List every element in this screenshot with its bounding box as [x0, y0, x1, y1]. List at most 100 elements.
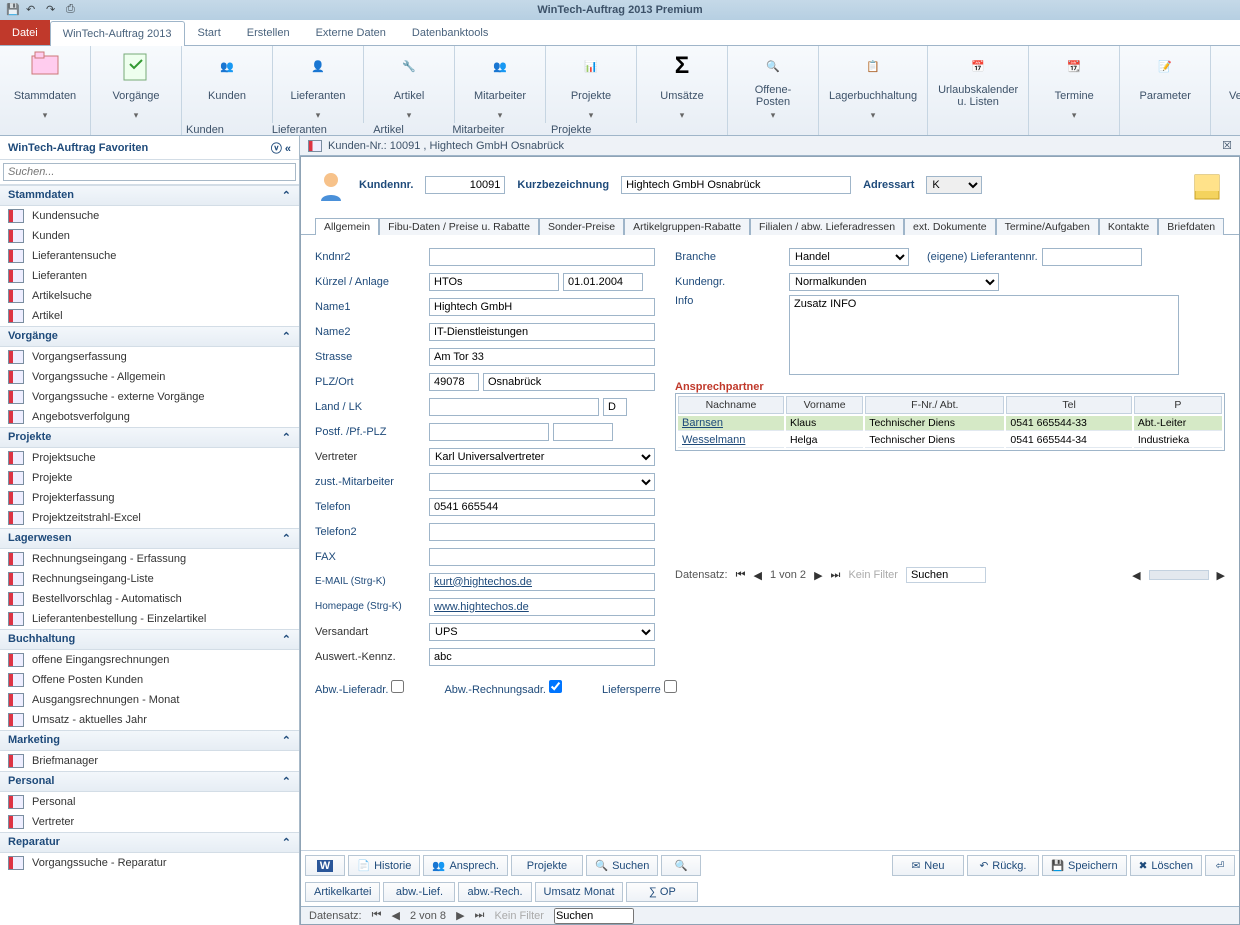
hscroll-right-icon[interactable]: ▶ — [1217, 569, 1225, 582]
fav-item[interactable]: offene Eingangsrechnungen — [0, 650, 299, 670]
link-email[interactable]: kurt@hightechos.de — [434, 576, 532, 588]
itab-termine[interactable]: Termine/Aufgaben — [996, 218, 1099, 235]
status-first-icon[interactable]: ⏮ — [372, 909, 382, 922]
rb-op[interactable]: 🔍Offene-Posten▾ — [738, 50, 808, 121]
itab-brief[interactable]: Briefdaten — [1158, 218, 1224, 235]
in-tel[interactable] — [429, 498, 655, 516]
tab-externe[interactable]: Externe Daten — [303, 20, 399, 45]
tab-wintech[interactable]: WinTech-Auftrag 2013 — [50, 21, 185, 46]
fav-item[interactable]: Projektzeitstrahl-Excel — [0, 508, 299, 528]
rb-artikel[interactable]: 🔧Artikel▾ — [374, 50, 444, 121]
sel-zust[interactable] — [429, 473, 655, 491]
fav-item[interactable]: Projektsuche — [0, 448, 299, 468]
section-lagerwesen[interactable]: Lagerwesen⌃ — [0, 528, 299, 549]
in-fax[interactable] — [429, 548, 655, 566]
tb-exit[interactable]: ⏎ — [1205, 855, 1235, 876]
rb-stammdaten[interactable]: Stammdaten▾ — [10, 50, 80, 121]
ta-info[interactable]: Zusatz INFO — [789, 295, 1179, 375]
fav-item[interactable]: Projekte — [0, 468, 299, 488]
section-buchhaltung[interactable]: Buchhaltung⌃ — [0, 629, 299, 650]
ct-col-vorname[interactable]: Vorname — [786, 396, 863, 414]
rb-verwaltung[interactable]: 🗂️Verwaltung▾ — [1221, 50, 1240, 121]
in-liefnr[interactable] — [1042, 248, 1142, 266]
recnav-prev-icon[interactable]: ◀ — [754, 569, 762, 582]
ct-col-abt[interactable]: F-Nr./ Abt. — [865, 396, 1004, 414]
in-postf[interactable] — [429, 423, 549, 441]
hscroll-left-icon[interactable]: ◀ — [1132, 569, 1140, 582]
ct-col-p[interactable]: P — [1134, 396, 1222, 414]
table-row[interactable]: WesselmannHelgaTechnischer Diens0541 665… — [678, 433, 1222, 448]
ct-col-nachname[interactable]: Nachname — [678, 396, 784, 414]
collapse-icon[interactable]: ⓥ « — [271, 140, 291, 156]
tab-file[interactable]: Datei — [0, 20, 50, 45]
chk-abwlief[interactable] — [391, 680, 404, 693]
itab-sonder[interactable]: Sonder-Preise — [539, 218, 624, 235]
tab-start[interactable]: Start — [185, 20, 234, 45]
fav-item[interactable]: Lieferanten — [0, 266, 299, 286]
in-ort[interactable] — [483, 373, 655, 391]
tb-op[interactable]: ∑ OP — [626, 882, 698, 902]
tb-rueckg[interactable]: ↶Rückg. — [967, 855, 1039, 876]
fav-item[interactable]: Briefmanager — [0, 751, 299, 771]
itab-ext[interactable]: ext. Dokumente — [904, 218, 996, 235]
fav-item[interactable]: Kundensuche — [0, 206, 299, 226]
recnav-last-icon[interactable]: ⏭ — [831, 569, 841, 582]
status-next-icon[interactable]: ▶ — [456, 909, 464, 922]
status-search[interactable] — [554, 908, 634, 924]
link-homepage[interactable]: www.hightechos.de — [434, 601, 529, 613]
fav-item[interactable]: Offene Posten Kunden — [0, 670, 299, 690]
rb-projekte[interactable]: 📊Projekte▾ — [556, 50, 626, 121]
fav-item[interactable]: Vertreter — [0, 812, 299, 832]
fav-item[interactable]: Rechnungseingang-Liste — [0, 569, 299, 589]
select-adressart[interactable]: K — [926, 176, 982, 194]
rb-lager[interactable]: 📋Lagerbuchhaltung▾ — [829, 50, 917, 121]
chk-liefsp[interactable] — [664, 680, 677, 693]
tab-erstellen[interactable]: Erstellen — [234, 20, 303, 45]
sel-vertreter[interactable]: Karl Universalvertreter — [429, 448, 655, 466]
fav-item[interactable]: Kunden — [0, 226, 299, 246]
cabinet-icon[interactable] — [1189, 167, 1225, 203]
section-stammdaten[interactable]: Stammdaten⌃ — [0, 185, 299, 206]
section-projekte[interactable]: Projekte⌃ — [0, 427, 299, 448]
in-plz[interactable] — [429, 373, 479, 391]
fav-item[interactable]: Bestellvorschlag - Automatisch — [0, 589, 299, 609]
rb-termine[interactable]: 📆Termine▾ — [1039, 50, 1109, 121]
recnav-first-icon[interactable]: ⏮ — [736, 569, 746, 582]
close-tab-icon[interactable]: ☒ — [1222, 139, 1232, 152]
rb-mitarbeiter[interactable]: 👥Mitarbeiter▾ — [465, 50, 535, 121]
itab-allgemein[interactable]: Allgemein — [315, 218, 379, 235]
fav-item[interactable]: Personal — [0, 792, 299, 812]
itab-fibu[interactable]: Fibu-Daten / Preise u. Rabatte — [379, 218, 539, 235]
section-personal[interactable]: Personal⌃ — [0, 771, 299, 792]
itab-kontakte[interactable]: Kontakte — [1099, 218, 1158, 235]
ct-col-tel[interactable]: Tel — [1006, 396, 1131, 414]
tb-word[interactable]: W — [305, 855, 345, 876]
in-pfplz[interactable] — [553, 423, 613, 441]
chk-abwrech[interactable] — [549, 680, 562, 693]
fav-item[interactable]: Rechnungseingang - Erfassung — [0, 549, 299, 569]
sel-versand[interactable]: UPS — [429, 623, 655, 641]
itab-agr[interactable]: Artikelgruppen-Rabatte — [624, 218, 750, 235]
in-name2[interactable] — [429, 323, 655, 341]
in-strasse[interactable] — [429, 348, 655, 366]
tab-dbtools[interactable]: Datenbanktools — [399, 20, 501, 45]
tb-abwlief[interactable]: abw.-Lief. — [383, 882, 455, 902]
rb-lieferanten[interactable]: 👤Lieferanten▾ — [283, 50, 353, 121]
section-vorgänge[interactable]: Vorgänge⌃ — [0, 326, 299, 347]
in-anlage[interactable] — [563, 273, 643, 291]
in-land[interactable] — [429, 398, 599, 416]
sel-kgr[interactable]: Normalkunden — [789, 273, 999, 291]
fav-item[interactable]: Artikelsuche — [0, 286, 299, 306]
fav-item[interactable]: Lieferantenbestellung - Einzelartikel — [0, 609, 299, 629]
section-reparatur[interactable]: Reparatur⌃ — [0, 832, 299, 853]
tb-neu[interactable]: ✉Neu — [892, 855, 964, 876]
status-prev-icon[interactable]: ◀ — [392, 909, 400, 922]
input-kurzbez[interactable] — [621, 176, 851, 194]
section-marketing[interactable]: Marketing⌃ — [0, 730, 299, 751]
in-kuerzel[interactable] — [429, 273, 559, 291]
fav-item[interactable]: Umsatz - aktuelles Jahr — [0, 710, 299, 730]
fav-item[interactable]: Ausgangsrechnungen - Monat — [0, 690, 299, 710]
rb-vorgaenge[interactable]: Vorgänge▾ — [101, 50, 171, 121]
rb-urlaub[interactable]: 📅Urlaubskalender u. Listen — [938, 50, 1018, 108]
hscroll-track[interactable] — [1149, 570, 1209, 580]
